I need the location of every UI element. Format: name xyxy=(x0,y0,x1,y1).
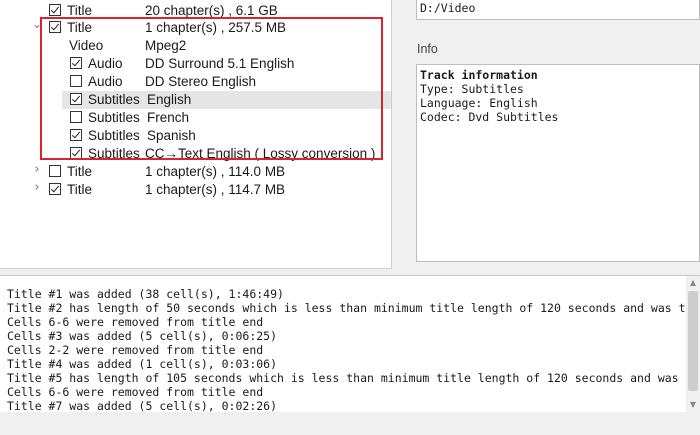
tree-row-name: Video xyxy=(69,38,104,53)
log-vertical-scrollbar[interactable]: ▲ ▼ xyxy=(686,276,700,412)
tree-row-name: Title xyxy=(67,3,93,18)
output-path-field[interactable]: D:/Video xyxy=(416,0,700,20)
tree-row-a2[interactable]: Audio DD Stereo English xyxy=(0,73,391,91)
tree-row-a1[interactable]: Audio DD Surround 5.1 English xyxy=(0,55,391,73)
log-line: Title #4 was added (1 cell(s), 0:03:06) xyxy=(7,357,278,371)
log-line: Title #2 has length of 50 seconds which … xyxy=(7,301,700,315)
log-line: Title #5 has length of 105 seconds which… xyxy=(7,371,700,385)
log-panel[interactable]: Title #7 was added (5 cell(s), 0:02:26) C… xyxy=(0,275,700,413)
tree-row-name: Title xyxy=(67,164,93,179)
tree-row-s1[interactable]: Subtitles English xyxy=(0,91,391,109)
log-line: Cells 2-2 were removed from title end xyxy=(7,343,264,357)
chevron-down-icon[interactable]: ⌄ xyxy=(32,18,42,30)
info-group-label: Info xyxy=(417,42,438,56)
info-line: Codec: Dvd Subtitles xyxy=(420,110,559,124)
checkbox[interactable] xyxy=(70,147,82,159)
tree-row-name: Title xyxy=(67,20,93,35)
tree-row-name: Title xyxy=(67,182,93,197)
checkbox[interactable] xyxy=(70,111,82,123)
tree-row-t3[interactable]: › Title 1 chapter(s) , 114.7 MB xyxy=(0,181,391,199)
tree-row-info: Mpeg2 xyxy=(145,38,187,53)
tree-row-name: Audio xyxy=(88,56,123,71)
tree-row-info: 1 chapter(s) , 114.7 MB xyxy=(145,182,286,197)
checkbox[interactable] xyxy=(49,4,61,16)
tree-row-name: Subtitles xyxy=(88,128,140,143)
scroll-down-icon[interactable]: ▼ xyxy=(688,400,698,410)
tree-row-name: Audio xyxy=(88,74,123,89)
checkbox[interactable] xyxy=(70,57,82,69)
tree-row-info: English xyxy=(147,92,192,107)
log-line: Cells 6-6 were removed from title end xyxy=(7,315,264,329)
tree-row-info: 20 chapter(s) , 6.1 GB xyxy=(145,3,278,18)
info-line: Type: Subtitles xyxy=(420,82,524,96)
tree-row-s4[interactable]: Subtitles CC→Text English ( Lossy convers… xyxy=(0,145,391,163)
tree-row-s3[interactable]: Subtitles Spanish xyxy=(0,127,391,145)
log-line: Title #7 was added (5 cell(s), 0:02:26) xyxy=(7,399,278,413)
scroll-up-icon[interactable]: ▲ xyxy=(688,278,698,288)
checkbox[interactable] xyxy=(70,93,82,105)
log-line: Title #1 was added (38 cell(s), 1:46:49) xyxy=(7,287,284,301)
checkbox[interactable] xyxy=(49,21,61,33)
checkbox[interactable] xyxy=(70,75,82,87)
info-box: Track information Type: Subtitles Language… xyxy=(416,64,700,262)
tree-row-v[interactable]: Video Mpeg2 xyxy=(0,37,391,55)
info-heading: Track information xyxy=(420,68,538,82)
log-line: Cells #3 was added (5 cell(s), 0:06:25) xyxy=(7,329,278,343)
tree-row-s2[interactable]: Subtitles French xyxy=(0,109,391,127)
tree-row-t0[interactable]: Title 20 chapter(s) , 6.1 GB xyxy=(0,2,391,20)
title-tree[interactable]: Title 20 chapter(s) , 6.1 GB ⌄ Title 1 chapt… xyxy=(0,0,392,269)
chevron-right-icon[interactable]: › xyxy=(32,181,42,194)
tree-row-name: Subtitles xyxy=(88,110,140,125)
tree-row-t1[interactable]: ⌄ Title 1 chapter(s) , 257.5 MB xyxy=(0,18,391,37)
scroll-thumb[interactable] xyxy=(688,291,698,391)
tree-row-info: French xyxy=(147,110,190,125)
tree-row-info: 1 chapter(s) , 114.0 MB xyxy=(145,164,286,179)
checkbox[interactable] xyxy=(49,183,61,195)
tree-row-name: Subtitles xyxy=(88,146,140,161)
tree-row-info: CC→Text English ( Lossy conversion ) xyxy=(145,146,376,161)
checkbox[interactable] xyxy=(70,129,82,141)
tree-row-info: DD Stereo English xyxy=(145,74,257,89)
chevron-right-icon[interactable]: › xyxy=(32,163,42,176)
status-bar xyxy=(0,412,700,435)
tree-row-info: 1 chapter(s) , 257.5 MB xyxy=(145,20,287,35)
info-line: Language: English xyxy=(420,96,538,110)
tree-row-name: Subtitles xyxy=(88,92,140,107)
tree-row-t2[interactable]: › Title 1 chapter(s) , 114.0 MB xyxy=(0,163,391,181)
tree-row-info: Spanish xyxy=(147,128,196,143)
checkbox[interactable] xyxy=(49,165,61,177)
tree-row-info: DD Surround 5.1 English xyxy=(145,56,295,71)
log-line: Cells 6-6 were removed from title end xyxy=(7,385,264,399)
